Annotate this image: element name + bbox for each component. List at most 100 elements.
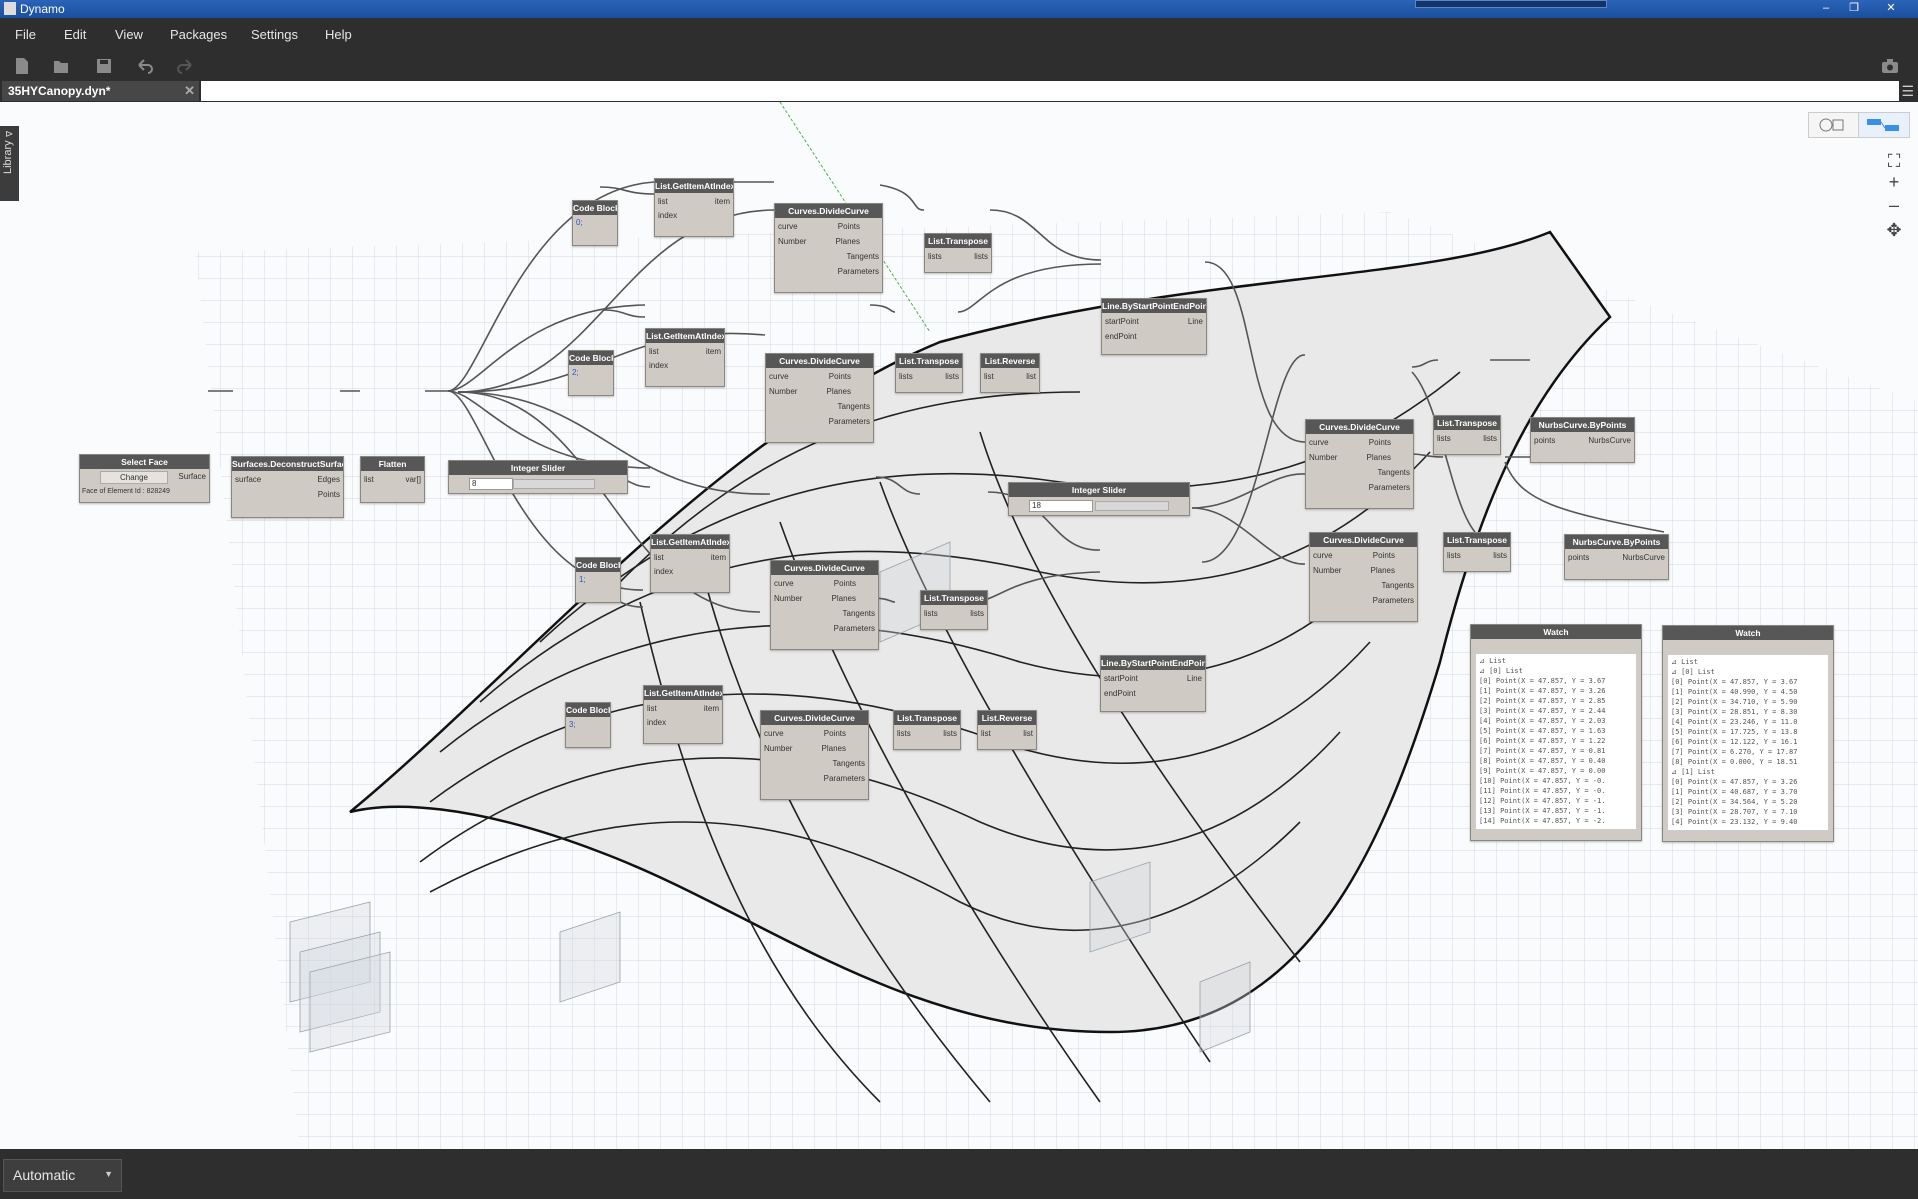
output-port-label[interactable]: list: [1023, 729, 1033, 738]
watch-output-list[interactable]: ⊿ List ⊿ [0] List [0] Point(X = 47.857, …: [1475, 653, 1637, 830]
input-port-label[interactable]: curve: [764, 729, 784, 738]
menu-view[interactable]: View: [115, 27, 143, 42]
input-port-label[interactable]: lists: [897, 729, 911, 738]
output-port-label[interactable]: item: [715, 197, 730, 206]
menu-file[interactable]: File: [15, 27, 36, 42]
output-port-label[interactable]: Tangents: [847, 252, 879, 261]
output-port-label[interactable]: Line: [1188, 317, 1203, 326]
output-port-label[interactable]: Points: [318, 490, 340, 499]
input-port-label[interactable]: lists: [1437, 434, 1451, 443]
input-port-label[interactable]: curve: [1313, 551, 1333, 560]
input-port-label[interactable]: list: [647, 704, 657, 713]
new-file-icon[interactable]: [12, 56, 32, 76]
output-port-label[interactable]: list: [1026, 372, 1036, 381]
output-port-label[interactable]: var[]: [405, 475, 421, 484]
output-port-label[interactable]: lists: [1493, 551, 1507, 560]
node-list-transpose[interactable]: List.Transpose lists lists: [1433, 415, 1501, 455]
output-port-label[interactable]: Points: [1369, 438, 1391, 447]
output-port-label[interactable]: lists: [1483, 434, 1497, 443]
input-port-label[interactable]: index: [649, 361, 668, 370]
run-mode-select[interactable]: Automatic ▼: [3, 1159, 122, 1192]
output-port-label[interactable]: item: [704, 704, 719, 713]
output-port-label[interactable]: Points: [829, 372, 851, 381]
node-curves-dividecurve[interactable]: Curves.DivideCurve curve Number Points P…: [765, 353, 874, 443]
node-watch[interactable]: Watch ⊿ List ⊿ [0] List [0] Point(X = 47…: [1662, 625, 1834, 842]
node-deconstruct-surface[interactable]: Surfaces.DeconstructSurface surface Edge…: [231, 456, 344, 518]
node-list-transpose[interactable]: List.Transpose lists lists: [1443, 532, 1511, 572]
output-port-label[interactable]: Tangents: [838, 402, 870, 411]
node-curves-dividecurve[interactable]: Curves.DivideCurve curve Number Points P…: [774, 203, 883, 293]
output-port-label[interactable]: Tangents: [843, 609, 875, 618]
output-port-label[interactable]: Points: [838, 222, 860, 231]
node-list-transpose[interactable]: List.Transpose lists lists: [893, 710, 961, 750]
close-window-icon[interactable]: ✕: [1880, 1, 1902, 16]
output-port-label[interactable]: Planes: [1367, 453, 1391, 462]
input-port-label[interactable]: points: [1568, 553, 1589, 562]
input-port-label[interactable]: Number: [764, 744, 792, 753]
input-port-label[interactable]: list: [649, 347, 659, 356]
output-port-label[interactable]: Parameters: [824, 774, 865, 783]
minimize-icon[interactable]: –: [1815, 1, 1837, 16]
node-integer-slider[interactable]: Integer Slider 8: [448, 460, 628, 494]
input-port-label[interactable]: Number: [778, 237, 806, 246]
code-text[interactable]: 1;: [579, 575, 586, 584]
input-port-label[interactable]: curve: [774, 579, 794, 588]
input-port-label[interactable]: list: [658, 197, 668, 206]
slider-track[interactable]: [513, 479, 595, 489]
input-port-label[interactable]: startPoint: [1105, 317, 1139, 326]
output-port-label[interactable]: Planes: [836, 237, 860, 246]
output-port-label[interactable]: Points: [824, 729, 846, 738]
input-port-label[interactable]: surface: [235, 475, 261, 484]
menu-help[interactable]: Help: [325, 27, 352, 42]
output-port-label[interactable]: Line: [1187, 674, 1202, 683]
node-list-transpose[interactable]: List.Transpose lists lists: [920, 590, 988, 630]
output-port-label[interactable]: Parameters: [838, 267, 879, 276]
input-port-label[interactable]: index: [658, 211, 677, 220]
output-port-label[interactable]: Planes: [832, 594, 856, 603]
menu-settings[interactable]: Settings: [251, 27, 298, 42]
node-code-block[interactable]: Code Block 0;: [572, 200, 618, 246]
change-selection-button[interactable]: Change: [100, 471, 168, 484]
undo-icon[interactable]: [134, 56, 154, 76]
input-port-label[interactable]: lists: [1447, 551, 1461, 560]
node-list-getitematindex[interactable]: List.GetItemAtIndex list index item: [650, 534, 730, 593]
output-port-label[interactable]: Planes: [1371, 566, 1395, 575]
output-port-label[interactable]: lists: [970, 609, 984, 618]
input-port-label[interactable]: list: [984, 372, 994, 381]
input-port-label[interactable]: Number: [1309, 453, 1337, 462]
output-port-label[interactable]: Parameters: [829, 417, 870, 426]
input-port-label[interactable]: Number: [1313, 566, 1341, 575]
node-list-transpose[interactable]: List.Transpose lists lists: [895, 353, 963, 393]
tab-workspace[interactable]: 35HYCanopy.dyn* ✕: [2, 81, 199, 101]
output-port-label[interactable]: Edges: [317, 475, 340, 484]
node-list-reverse[interactable]: List.Reverse list list: [977, 710, 1037, 750]
node-list-getitematindex[interactable]: List.GetItemAtIndex list index item: [645, 328, 725, 387]
node-code-block[interactable]: Code Block 3;: [565, 702, 611, 748]
output-port-label[interactable]: lists: [943, 729, 957, 738]
output-port-label[interactable]: Planes: [827, 387, 851, 396]
code-text[interactable]: 3;: [569, 720, 576, 729]
node-curves-dividecurve[interactable]: Curves.DivideCurve curve Number Points P…: [760, 710, 869, 800]
node-line-bystartpointendpoint[interactable]: Line.ByStartPointEndPoint startPoint end…: [1101, 298, 1207, 355]
tab-close-icon[interactable]: ✕: [184, 83, 195, 99]
node-line-bystartpointendpoint[interactable]: Line.ByStartPointEndPoint startPoint end…: [1100, 655, 1206, 712]
open-file-icon[interactable]: [51, 56, 71, 76]
input-port-label[interactable]: index: [647, 718, 666, 727]
input-port-label[interactable]: lists: [899, 372, 913, 381]
input-port-label[interactable]: curve: [1309, 438, 1329, 447]
screenshot-camera-icon[interactable]: [1880, 56, 1900, 76]
node-curves-dividecurve[interactable]: Curves.DivideCurve curve Number Points P…: [770, 560, 879, 650]
output-port-label[interactable]: Surface: [178, 472, 206, 481]
input-port-label[interactable]: Number: [769, 387, 797, 396]
title-search-box[interactable]: [1415, 0, 1607, 8]
redo-icon[interactable]: [176, 56, 196, 76]
node-flatten[interactable]: Flatten list var[]: [360, 456, 425, 503]
input-port-label[interactable]: list: [654, 553, 664, 562]
output-port-label[interactable]: lists: [974, 252, 988, 261]
input-port-label[interactable]: list: [981, 729, 991, 738]
node-list-transpose[interactable]: List.Transpose lists lists: [924, 233, 992, 273]
node-nurbscurve-bypoints[interactable]: NurbsCurve.ByPoints points NurbsCurve: [1564, 534, 1669, 580]
output-port-label[interactable]: Parameters: [834, 624, 875, 633]
node-select-face[interactable]: Select Face Change Surface Face of Eleme…: [79, 454, 210, 503]
output-port-label[interactable]: lists: [945, 372, 959, 381]
